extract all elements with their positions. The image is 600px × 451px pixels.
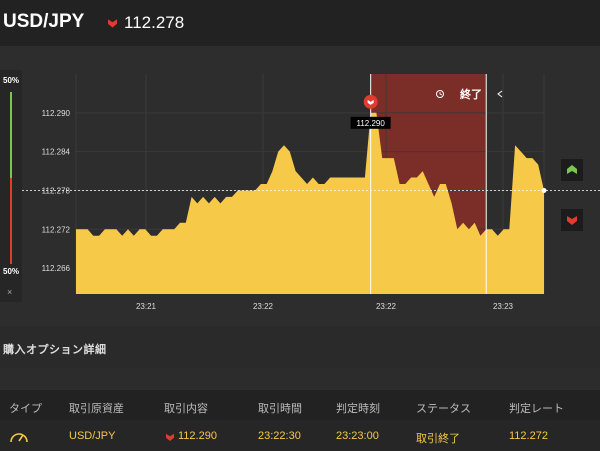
col-header-trade-time: 取引時間 [258,403,302,415]
header-bar: USD/JPY 112.278 [0,0,600,46]
table-header: タイプ 取引原資産 取引内容 取引時間 判定時刻 ステータス 判定レート [0,390,600,420]
sentiment-panel: 50% 50% [0,70,22,302]
current-rate-dot [541,187,547,193]
x-tick-label: 23:21 [136,302,157,311]
col-header-type: タイプ [9,403,42,415]
y-tick-label: 112.272 [42,225,71,234]
current-rate: 112.278 [124,13,185,32]
section-header: 購入オプション詳細 [0,326,600,368]
x-tick-label: 23:22 [253,302,274,311]
cell-judge-time: 23:23:00 [336,430,379,442]
col-header-judge-rate: 判定レート [509,403,564,415]
buy-up-button[interactable] [561,159,583,181]
entry-label: 112.290 [357,119,386,128]
col-header-asset: 取引原資産 [69,403,124,415]
arrow-up-icon [567,165,577,174]
col-header-trade: 取引内容 [164,403,208,415]
table-row[interactable]: USD/JPY 112.290 23:22:30 23:23:00 取引終了 1… [0,420,600,451]
up-percentage: 50% [3,76,20,85]
trade-table: タイプ 取引原資産 取引内容 取引時間 判定時刻 ステータス 判定レート USD… [0,390,600,451]
close-icon[interactable]: × [7,287,12,297]
price-chart-svg: 112.290 112.284 112.278 112.272 112.266 23:21… [22,74,600,311]
col-header-judge-time: 判定時刻 [336,403,380,415]
cell-asset: USD/JPY [69,430,116,442]
cell-judge-rate: 112.272 [509,430,548,442]
section-title: 購入オプション詳細 [3,344,107,356]
down-arrow-icon [166,433,174,441]
y-tick-label: 112.290 [42,109,71,118]
x-tick-label: 23:22 [376,302,397,311]
cell-trade: 112.290 [178,430,217,442]
y-tick-label: 112.284 [42,148,71,157]
down-arrow-icon [108,19,117,28]
down-percentage: 50% [3,267,20,276]
buy-down-button[interactable] [561,209,583,231]
end-label: 終了 [460,87,482,101]
col-header-status: ステータス [416,403,471,415]
gauge-icon [10,433,28,443]
collapse-chevron-icon [497,90,503,98]
y-tick-label: 112.278 [42,186,71,195]
price-chart[interactable]: 112.290 112.284 112.278 112.272 112.266 23:21… [0,46,600,326]
cell-trade-time: 23:22:30 [258,430,301,442]
currency-pair-title: USD/JPY [3,11,85,32]
cell-status: 取引終了 [416,433,460,445]
y-tick-label: 112.266 [42,264,71,273]
arrow-down-icon [567,216,577,225]
x-tick-label: 23:23 [493,302,514,311]
